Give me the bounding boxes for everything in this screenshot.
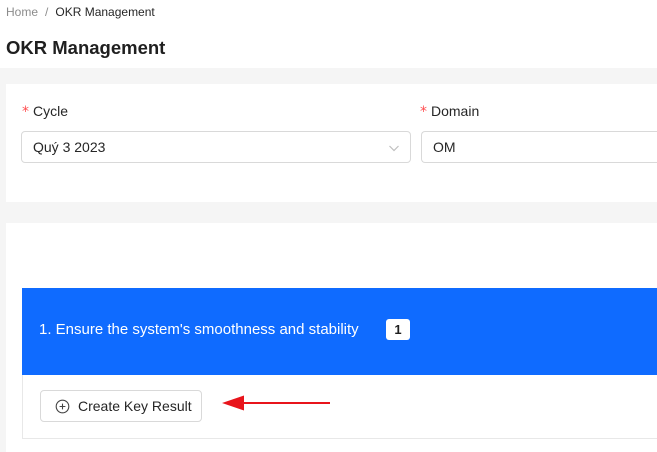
page-title: OKR Management xyxy=(6,37,166,58)
domain-label-text: Domain xyxy=(431,103,480,119)
cycle-label-text: Cycle xyxy=(33,103,69,119)
red-arrow-icon xyxy=(222,395,330,411)
objective-card: 1. Ensure the system's smoothness and st… xyxy=(22,288,657,439)
objective-header: 1. Ensure the system's smoothness and st… xyxy=(22,288,657,375)
key-result-count-badge: 1 xyxy=(386,319,410,340)
domain-select[interactable]: OM xyxy=(421,131,657,163)
domain-select-value: OM xyxy=(433,139,456,155)
cycle-label: * Cycle xyxy=(22,103,68,120)
breadcrumb-home-link[interactable]: Home xyxy=(6,5,38,19)
domain-label: * Domain xyxy=(420,103,479,120)
create-key-result-label: Create Key Result xyxy=(78,398,192,414)
cycle-required-mark: * xyxy=(22,104,29,120)
create-key-result-button[interactable]: Create Key Result xyxy=(40,390,202,422)
breadcrumb: Home / OKR Management xyxy=(6,5,155,19)
breadcrumb-separator: / xyxy=(45,5,49,19)
plus-circle-icon xyxy=(55,399,70,413)
domain-required-mark: * xyxy=(420,104,427,120)
cycle-select-value: Quý 3 2023 xyxy=(33,139,106,155)
objective-title: 1. Ensure the system's smoothness and st… xyxy=(39,321,359,338)
okr-list-panel: 1. Ensure the system's smoothness and st… xyxy=(6,223,657,452)
chevron-down-icon xyxy=(389,145,399,152)
cycle-select[interactable]: Quý 3 2023 xyxy=(21,131,411,163)
page-header: Home / OKR Management OKR Management xyxy=(0,0,657,68)
filter-panel: * Cycle Quý 3 2023 * Domain OM xyxy=(6,84,657,202)
breadcrumb-current: OKR Management xyxy=(55,5,155,19)
